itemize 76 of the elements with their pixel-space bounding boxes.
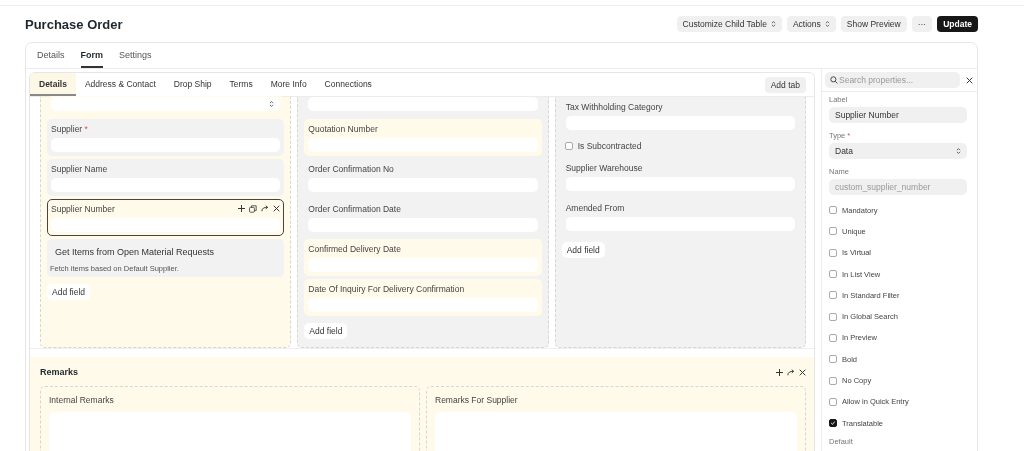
field-label: Tax Withholding Category [565,102,663,112]
form-field[interactable]: Supplier * [47,119,285,156]
search-field[interactable]: Search properties... [825,72,960,88]
page-tab[interactable]: Details [37,43,65,68]
layout-tab[interactable]: Connections [315,73,381,96]
layout-tab[interactable]: Address & Contact [75,73,165,96]
field-label: Internal Remarks [49,395,115,405]
checkbox[interactable] [829,419,837,428]
field-label: Order Confirmation Date [308,204,401,214]
form-field[interactable]: Amended From [561,198,799,235]
section-title: Remarks [40,367,79,377]
close-icon[interactable] [273,205,281,212]
caret-icon [269,100,275,108]
plus-icon[interactable] [776,368,783,376]
input-field[interactable]: Supplier Number [829,107,967,123]
checkbox[interactable] [829,333,837,342]
form-field[interactable]: Date Of Inquiry For Delivery Confirmation [304,279,542,316]
checkbox[interactable] [829,376,837,385]
field-label: Confirmed Delivery Date [308,244,401,254]
checkbox[interactable] [829,312,837,321]
checkbox[interactable] [829,397,837,406]
layout-tab[interactable]: Details [30,73,76,96]
add-tab-button[interactable]: Add tab [764,76,806,93]
field-label: Quotation Number [308,124,378,134]
plus-icon[interactable] [238,205,246,212]
field-label: Supplier * [51,124,88,134]
checkbox[interactable] [829,206,837,215]
checkbox[interactable] [829,248,837,257]
header-button[interactable]: Actions [786,16,836,32]
field-label: Amended From [565,203,625,213]
add-field-button[interactable]: Add field [561,242,605,258]
input-field[interactable] [51,97,281,111]
add-field-button[interactable]: Add field [47,284,91,300]
field-label: Supplier Name [51,164,108,174]
page-tab[interactable]: Form [80,43,103,68]
layout-tab[interactable]: More Info [261,73,316,96]
update-button[interactable]: Update [937,16,978,32]
close-icon[interactable] [966,76,973,84]
layout-tab[interactable]: Terms [220,73,262,96]
page-title: Purchase Order [25,16,123,32]
header-button[interactable]: Show Preview [840,16,907,32]
form-field[interactable]: Order Confirmation Date [304,199,542,236]
curved-arrow-icon[interactable] [787,368,795,376]
form-field[interactable]: Tax Withholding Category [561,97,799,134]
form-field[interactable]: Supplier Warehouse [561,158,799,195]
checkbox[interactable] [829,270,837,279]
header-button[interactable]: ··· [911,16,933,32]
form-field[interactable]: Supplier Name [47,159,285,196]
select-field[interactable]: Data [829,143,967,159]
search-icon [830,76,838,84]
header-button[interactable]: Customize Child Table [676,16,782,32]
form-field[interactable]: Order Confirmation No [304,159,542,196]
form-field[interactable]: Confirmed Delivery Date [304,239,542,276]
layout-tab[interactable]: Drop Ship [164,73,221,96]
field-label: Remarks For Supplier [435,395,519,405]
caret-icon [956,147,961,155]
checkbox[interactable] [829,355,837,364]
page-tab[interactable]: Settings [119,43,152,68]
form-field[interactable]: Quotation Number [304,119,542,156]
field-button[interactable]: Get Items from Open Material Requests [50,245,282,259]
caret-icon [770,20,776,28]
checkbox[interactable] [829,291,837,300]
field-label: Supplier Number [51,204,115,214]
field-label: Supplier Warehouse [565,163,643,173]
close-icon[interactable] [799,368,806,376]
input-field[interactable] [51,218,281,232]
caret-icon [824,20,830,28]
checkbox-field[interactable]: Is Subcontracted [561,137,799,155]
form-field[interactable]: Supplier Number [47,199,285,236]
checkbox[interactable] [564,142,573,150]
checkbox[interactable] [829,227,837,236]
curved-arrow-icon[interactable] [261,205,270,212]
duplicate-icon[interactable] [249,205,258,213]
add-field-button[interactable]: Add field [304,323,348,339]
field-label: Date Of Inquiry For Delivery Confirmation [308,284,465,294]
field-label: Order Confirmation No [308,164,394,174]
